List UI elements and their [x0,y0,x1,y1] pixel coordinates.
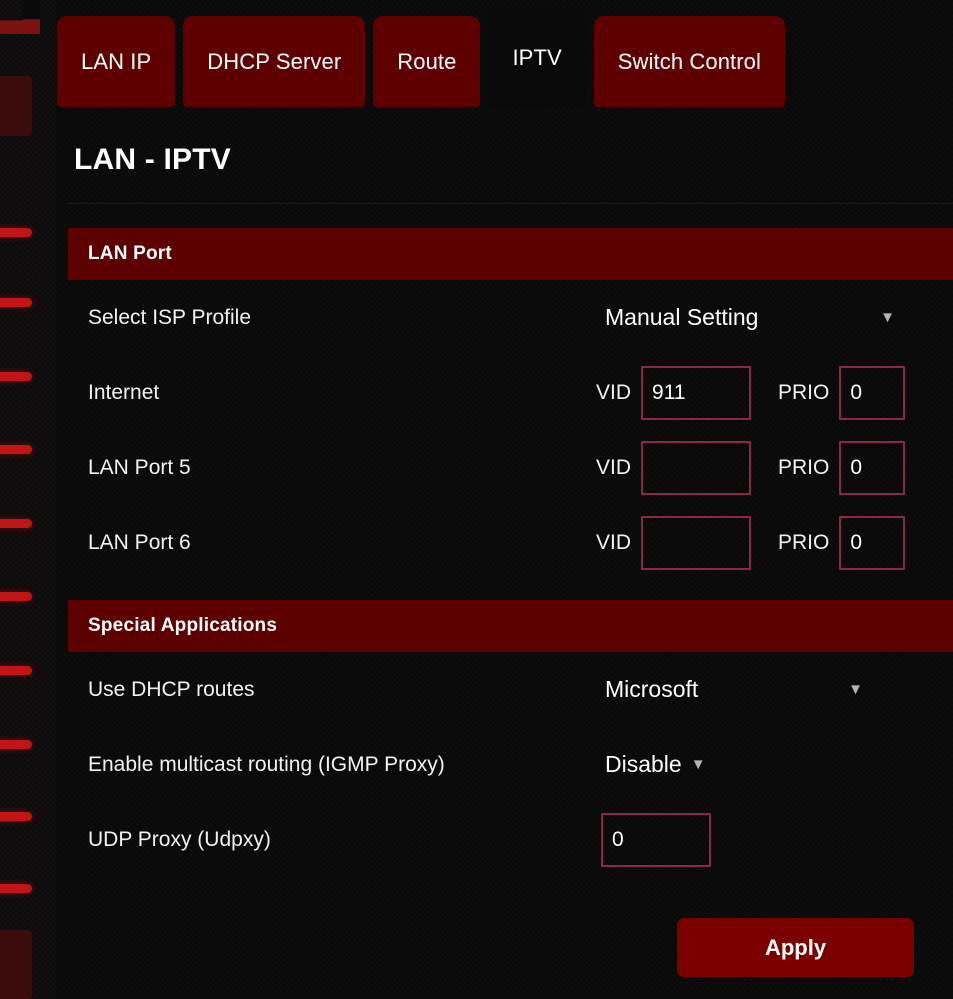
label-udp-proxy: UDP Proxy (Udpxy) [88,827,271,851]
tag-vid-internet: VID [596,380,632,404]
label-lan-port-6: LAN Port 6 [88,530,191,554]
tab-route[interactable]: Route [373,16,481,107]
tag-prio-lan-port-6: PRIO [778,530,830,554]
row-lan-port-5: LAN Port 5 VID PRIO [68,430,953,505]
select-use-dhcp-routes[interactable]: Microsoft ▼ [605,676,863,703]
input-prio-internet[interactable] [839,365,906,420]
label-use-dhcp-routes: Use DHCP routes [88,677,255,701]
sidebar-accent-bar-9[interactable] [0,812,32,821]
chevron-down-icon: ▼ [848,681,863,698]
section-header-special-applications: Special Applications [68,600,953,652]
tab-lan-ip[interactable]: LAN IP [57,16,176,107]
row-igmp-proxy: Enable multicast routing (IGMP Proxy) Di… [68,727,953,802]
chevron-down-icon: ▼ [690,756,706,773]
tag-prio-internet: PRIO [778,380,830,404]
field-group-lan-port-6-prio: PRIO [778,515,906,570]
select-use-dhcp-routes-value: Microsoft [605,676,699,702]
row-use-dhcp-routes: Use DHCP routes Microsoft ▼ [68,652,953,727]
field-group-internet-prio: PRIO [778,365,906,420]
field-group-lan-port-5-prio: PRIO [778,440,906,495]
title-divider [68,203,953,204]
sidebar-accent-bar-3[interactable] [0,372,32,381]
apply-button[interactable]: Apply [677,918,914,977]
input-prio-lan-port-6[interactable] [839,515,906,570]
apply-row: Apply [68,877,953,977]
section-header-lan-port: LAN Port [68,228,953,280]
sidebar-accent-bar-1[interactable] [0,228,32,237]
field-group-udp-proxy [601,812,711,867]
select-igmp-proxy-value: Disable [605,751,682,777]
select-isp-profile[interactable]: Manual Setting ▼ [605,304,895,331]
sidebar-accent-bar-5[interactable] [0,519,32,528]
row-lan-port-6: LAN Port 6 VID PRIO [68,505,953,580]
tag-vid-lan-port-6: VID [596,530,632,554]
field-group-internet-vid: VID [596,365,752,420]
label-select-isp-profile: Select ISP Profile [88,305,252,329]
page-title: LAN - IPTV [74,143,231,176]
input-prio-lan-port-5[interactable] [839,440,906,495]
sidebar-logo-fragment [0,0,40,34]
field-group-lan-port-5-vid: VID [596,440,752,495]
sidebar-active-block-top[interactable] [0,76,32,136]
select-igmp-proxy[interactable]: Disable ▼ [605,751,706,778]
main-content: LAN Port Select ISP Profile Manual Setti… [68,228,953,977]
sidebar-accent-bar-8[interactable] [0,740,32,749]
input-vid-lan-port-5[interactable] [641,440,752,495]
tag-prio-lan-port-5: PRIO [778,455,830,479]
input-udp-proxy[interactable] [601,812,711,867]
sidebar-accent-bar-7[interactable] [0,666,32,675]
row-udp-proxy: UDP Proxy (Udpxy) [68,802,953,877]
tab-switch-control[interactable]: Switch Control [593,16,786,107]
sidebar-accent-bar-6[interactable] [0,592,32,601]
sidebar-accent-bar-4[interactable] [0,445,32,454]
label-igmp-proxy: Enable multicast routing (IGMP Proxy) [88,752,445,776]
tag-vid-lan-port-5: VID [596,455,632,479]
tab-dhcp-server[interactable]: DHCP Server [183,16,366,107]
chevron-down-icon: ▼ [880,309,895,326]
select-isp-profile-value: Manual Setting [605,304,759,330]
sidebar-strip [0,0,56,999]
row-internet: Internet VID PRIO [68,355,953,430]
tab-iptv[interactable]: IPTV [488,8,586,107]
row-select-isp-profile: Select ISP Profile Manual Setting ▼ [68,280,953,355]
field-group-lan-port-6-vid: VID [596,515,752,570]
input-vid-lan-port-6[interactable] [641,515,752,570]
label-internet: Internet [88,380,160,404]
sidebar-accent-bar-2[interactable] [0,298,32,307]
label-lan-port-5: LAN Port 5 [88,455,191,479]
sidebar-accent-bar-10[interactable] [0,884,32,893]
input-vid-internet[interactable] [641,365,752,420]
sidebar-active-block-bottom[interactable] [0,930,32,999]
tab-bar: LAN IP DHCP Server Route IPTV Switch Con… [56,8,953,107]
